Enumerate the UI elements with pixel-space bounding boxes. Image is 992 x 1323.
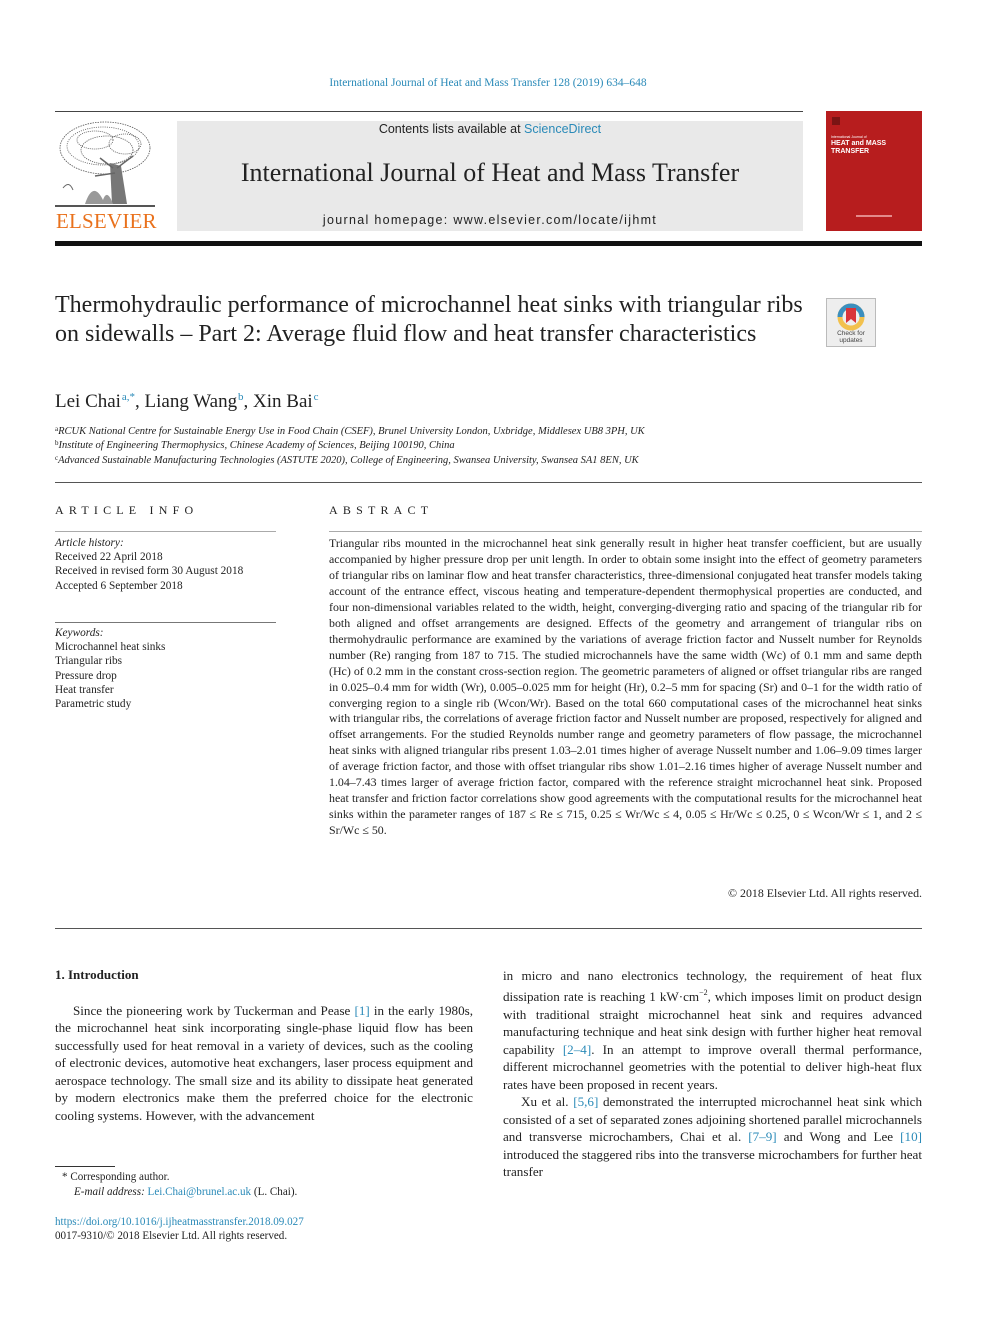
- email-link[interactable]: Lei.Chai@brunel.ac.uk: [148, 1186, 252, 1198]
- citation-link[interactable]: [5,6]: [573, 1094, 598, 1109]
- keywords-list: Keywords: Microchannel heat sinks Triang…: [55, 626, 280, 711]
- cover-line-3: TRANSFER: [831, 147, 870, 155]
- crossmark-icon: Check for updates: [837, 303, 866, 344]
- header-rule: [55, 111, 803, 112]
- keywords-label: Keywords:: [55, 627, 104, 639]
- cover-title: International Journal of HEAT and MASS T…: [831, 135, 886, 155]
- abstract-copyright: © 2018 Elsevier Ltd. All rights reserved…: [728, 886, 922, 900]
- history-item: Accepted 6 September 2018: [55, 579, 183, 592]
- abstract-heading: ABSTRACT: [329, 503, 434, 517]
- elsevier-logo[interactable]: ELSEVIER: [55, 118, 157, 234]
- article-title: Thermohydraulic performance of microchan…: [55, 292, 803, 347]
- section-rule: [55, 482, 922, 483]
- email-note: E-mail address: Lei.Chai@brunel.ac.uk (L…: [74, 1186, 298, 1198]
- author-affiliation-ref[interactable]: a,*: [121, 391, 135, 403]
- contents-line: Contents lists available at ScienceDirec…: [177, 122, 803, 136]
- footnote-rule: [55, 1166, 115, 1167]
- author-list: Lei Chai a,*, Liang Wang b, Xin Bai c: [55, 391, 319, 412]
- cover-footer-mark: [856, 215, 892, 217]
- citation-link[interactable]: [10]: [900, 1129, 922, 1144]
- crossmark-label-1: Check for: [837, 330, 866, 337]
- article-info-heading: ARTICLE INFO: [55, 503, 199, 517]
- issn-copyright: 0017-9310/© 2018 Elsevier Ltd. All right…: [55, 1230, 288, 1242]
- author-name[interactable]: Xin Bai: [253, 391, 313, 412]
- intro-paragraph: Xu et al. [5,6] demonstrated the interru…: [503, 1094, 922, 1179]
- article-history: Article history: Received 22 April 2018 …: [55, 536, 280, 593]
- intro-right-column: in micro and nano electronics technology…: [503, 967, 922, 1180]
- history-label: Article history:: [55, 537, 124, 549]
- keyword-item: Parametric study: [55, 698, 132, 711]
- author-affiliation-ref[interactable]: c: [313, 391, 319, 403]
- article-info-rule: [55, 531, 276, 532]
- keyword-item: Triangular ribs: [55, 655, 123, 668]
- contents-prefix: Contents lists available at: [378, 122, 525, 136]
- intro-paragraph: Since the pioneering work by Tuckerman a…: [55, 1003, 473, 1123]
- section-rule: [55, 928, 922, 929]
- masthead-thick-rule: [55, 241, 922, 246]
- elsevier-wordmark: ELSEVIER: [56, 209, 157, 233]
- author-name[interactable]: Lei Chai: [55, 391, 121, 412]
- cover-line-2: HEAT and MASS: [831, 140, 887, 147]
- affiliation: cAdvanced Sustainable Manufacturing Tech…: [55, 454, 639, 466]
- abstract-rule: [329, 531, 922, 532]
- keywords-rule: [55, 622, 276, 623]
- corresponding-author-note: * Corresponding author.: [62, 1171, 170, 1183]
- doi-link[interactable]: https://doi.org/10.1016/j.ijheatmasstran…: [55, 1216, 304, 1228]
- affiliation: aRCUK National Centre for Sustainable En…: [55, 425, 645, 437]
- citation-link[interactable]: [2–4]: [563, 1042, 591, 1057]
- sciencedirect-link[interactable]: ScienceDirect: [524, 122, 601, 136]
- author-affiliation-ref[interactable]: b: [237, 391, 244, 403]
- crossmark-label-2: updates: [839, 337, 863, 344]
- citation-link[interactable]: [1]: [354, 1003, 369, 1018]
- masthead-banner: Contents lists available at ScienceDirec…: [177, 121, 803, 231]
- journal-cover-image[interactable]: International Journal of HEAT and MASS T…: [826, 111, 922, 231]
- affiliation: bInstitute of Engineering Thermophysics,…: [55, 439, 455, 451]
- elsevier-tree-icon: [55, 121, 155, 207]
- abstract-text: Triangular ribs mounted in the microchan…: [329, 536, 922, 838]
- check-for-updates-button[interactable]: Check for updates: [826, 298, 876, 347]
- history-item: Received in revised form 30 August 2018: [55, 565, 244, 578]
- citation-link[interactable]: [7–9]: [748, 1129, 776, 1144]
- keyword-item: Microchannel heat sinks: [55, 641, 166, 654]
- author-name[interactable]: Liang Wang: [145, 391, 238, 412]
- journal-title: International Journal of Heat and Mass T…: [240, 158, 740, 187]
- intro-paragraph-continued: in micro and nano electronics technology…: [503, 968, 922, 1092]
- keyword-item: Heat transfer: [55, 683, 114, 696]
- cover-logo-icon: [832, 117, 840, 125]
- history-item: Received 22 April 2018: [55, 551, 163, 564]
- journal-homepage[interactable]: journal homepage: www.elsevier.com/locat…: [177, 213, 803, 227]
- introduction-heading: 1. Introduction: [55, 967, 139, 982]
- keyword-item: Pressure drop: [55, 669, 117, 682]
- journal-citation-link[interactable]: International Journal of Heat and Mass T…: [0, 77, 976, 89]
